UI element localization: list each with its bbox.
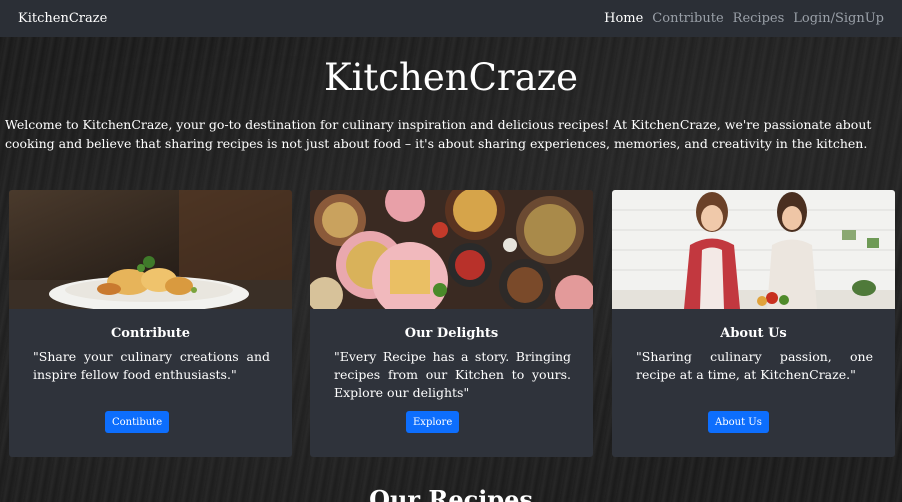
nav-link-login-signup[interactable]: Login/SignUp — [793, 11, 884, 26]
nav-link-home[interactable]: Home — [604, 11, 643, 26]
card-about-us: About Us "Sharing culinary passion, one … — [612, 190, 895, 457]
hero-title: KitchenCraze — [323, 56, 579, 99]
nav-link-recipes[interactable]: Recipes — [733, 11, 785, 26]
card-text: "Share your culinary creations and inspi… — [33, 349, 270, 382]
card-text: "Every Recipe has a story. Bringing reci… — [334, 349, 571, 400]
card-title: About Us — [720, 326, 787, 341]
explore-button[interactable]: Explore — [406, 411, 460, 433]
about-us-button[interactable]: About Us — [708, 411, 769, 433]
navbar-brand[interactable]: KitchenCraze — [18, 11, 107, 26]
navbar: KitchenCraze Home Contribute Recipes Log… — [0, 0, 902, 37]
our-recipes-heading: Our Recipes — [369, 485, 533, 502]
nav-link-contribute[interactable]: Contribute — [652, 11, 723, 26]
contribute-button[interactable]: Contibute — [105, 411, 170, 433]
card-image-cooking-together — [612, 190, 895, 309]
card-text: "Sharing culinary passion, one recipe at… — [636, 349, 873, 382]
card-our-delights: Our Delights "Every Recipe has a story. … — [310, 190, 593, 457]
card-title: Contribute — [110, 326, 191, 341]
card-image-plated-dish — [9, 190, 292, 309]
intro-paragraph: Welcome to KitchenCraze, your go-to dest… — [5, 117, 872, 151]
card-image-food-spread — [310, 190, 593, 309]
nav-links: Home Contribute Recipes Login/SignUp — [604, 11, 884, 26]
card-contribute: Contribute "Share your culinary creation… — [9, 190, 292, 457]
card-title: Our Delights — [404, 326, 499, 341]
